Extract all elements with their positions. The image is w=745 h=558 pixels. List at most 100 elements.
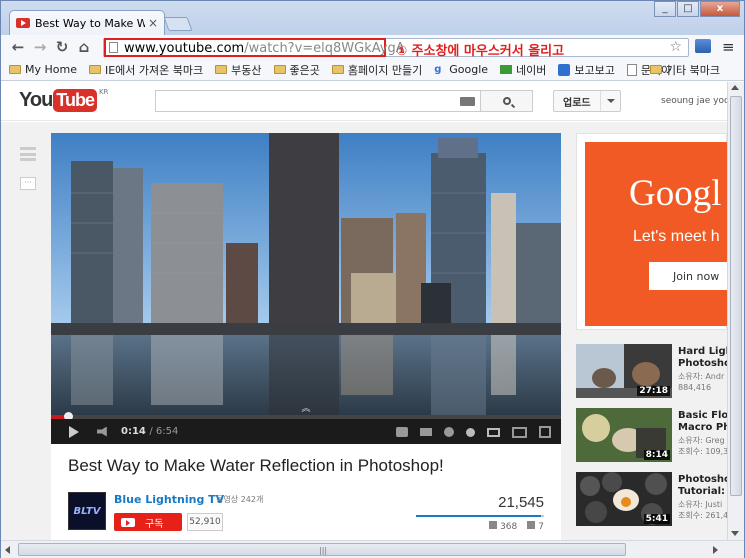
subscriber-count: 52,910: [187, 513, 223, 531]
likes-row: 368 7: [479, 521, 544, 532]
ad-banner[interactable]: Googl Let's meet h Join now: [585, 142, 727, 326]
like-ratio-fill: [416, 515, 542, 517]
volume-icon[interactable]: [97, 426, 107, 437]
channel-avatar[interactable]: BLTV: [68, 492, 106, 530]
user-name[interactable]: seoung jae yoon: [661, 96, 735, 106]
youtube-logo[interactable]: You Tube KR: [19, 88, 108, 112]
bookmark-good-places[interactable]: 좋은곳: [273, 62, 320, 78]
home-icon[interactable]: ⌂: [73, 38, 95, 56]
back-arrow-icon[interactable]: ←: [7, 38, 29, 56]
search-button[interactable]: [481, 90, 533, 112]
bookmark-label: 부동산: [231, 63, 262, 77]
watch-later-icon[interactable]: [466, 427, 475, 437]
scroll-left-arrow-icon[interactable]: [5, 546, 10, 554]
related-title[interactable]: PhotoshoTutorial: C: [678, 474, 727, 498]
bookmark-bogobogo[interactable]: 보고보고: [558, 62, 615, 78]
gear-icon[interactable]: [444, 427, 454, 437]
vertical-scroll-thumb[interactable]: [730, 96, 742, 496]
ad-box[interactable]: Googl Let's meet h Join now: [576, 133, 727, 330]
tab-title: Best Way to Make Water: [35, 16, 145, 30]
video-player[interactable]: ︽ 0:14 / 6:54: [51, 133, 561, 444]
close-window-button[interactable]: x: [700, 1, 740, 17]
chevron-down-icon[interactable]: [600, 91, 620, 111]
dislike-button[interactable]: 7: [527, 521, 544, 532]
scroll-right-arrow-icon[interactable]: [713, 546, 718, 554]
subscribe-button[interactable]: 구독: [114, 513, 182, 531]
small-player-icon[interactable]: [487, 427, 500, 437]
video-info: Best Way to Make Water Reflection in Pho…: [51, 444, 561, 540]
forward-arrow-icon[interactable]: →: [29, 38, 51, 56]
related-title-line: Photosho: [678, 358, 727, 369]
keyboard-icon[interactable]: [460, 97, 475, 106]
naver-icon: [500, 65, 513, 74]
view-count: 21,545: [498, 494, 544, 511]
browser-tab[interactable]: Best Way to Make Water ×: [9, 10, 165, 35]
new-tab-button[interactable]: [163, 17, 193, 31]
related-title[interactable]: Basic FlowMacro Pho: [678, 410, 727, 434]
scroll-down-arrow-icon[interactable]: [731, 531, 739, 536]
search-input[interactable]: [155, 90, 481, 112]
related-video-item[interactable]: 8:14 Basic FlowMacro Pho 소유자: Greg 조회수: 1…: [576, 408, 727, 470]
browser-menu-icon[interactable]: ≡: [722, 38, 735, 56]
page-content: ··· ︽ 0:14 / 6:54 Best Way to Make Water…: [1, 122, 727, 540]
address-bar[interactable]: www.youtube.com/watch?v=elq8WGkAygA ① 주소…: [103, 38, 689, 59]
bookmark-homepage[interactable]: 홈페이지 만들기: [331, 62, 422, 78]
reload-icon[interactable]: ↻: [51, 38, 73, 56]
video-duration: 5:41: [643, 514, 670, 524]
related-meta: 소유자: Justi 조회수: 261,4: [678, 499, 727, 521]
video-frame[interactable]: ︽: [51, 133, 561, 415]
close-tab-icon[interactable]: ×: [148, 16, 158, 30]
page-icon: [626, 63, 637, 76]
related-video-item[interactable]: 5:41 PhotoshoTutorial: C 소유자: Justi 조회수: …: [576, 472, 727, 534]
bookmark-ie-imported[interactable]: IE에서 가져온 북마크: [88, 62, 204, 78]
extension-icon[interactable]: [695, 39, 711, 53]
related-thumbnail[interactable]: 8:14: [576, 408, 672, 462]
folder-icon: [273, 65, 286, 74]
channel-name[interactable]: Blue Lightning TV: [114, 493, 224, 506]
bookmark-label: 네이버: [516, 63, 547, 77]
like-button[interactable]: 368: [489, 521, 517, 532]
minimize-button[interactable]: _: [654, 1, 676, 17]
bookmark-star-icon[interactable]: ☆: [669, 39, 682, 55]
related-meta: 소유자: Andr 884,416: [678, 371, 727, 393]
horizontal-scroll-thumb[interactable]: |||: [18, 543, 626, 556]
guide-menu-icon[interactable]: [20, 147, 36, 161]
scroll-up-arrow-icon[interactable]: [731, 85, 739, 90]
related-title-line: Basic Flow: [678, 410, 727, 421]
subtitles-icon[interactable]: [396, 427, 408, 437]
upload-button[interactable]: 업로드: [553, 90, 621, 112]
svg-text:︽: ︽: [301, 404, 310, 414]
related-video-item[interactable]: 27:18 Hard LightPhotosho 소유자: Andr 884,41…: [576, 344, 727, 406]
bookmarks-bar: My Home IE에서 가져온 북마크 부동산 좋은곳 홈페이지 만들기 gG…: [1, 59, 744, 81]
related-thumbnail[interactable]: 5:41: [576, 472, 672, 526]
browser-toolbar: ← → ↻ ⌂ www.youtube.com/watch?v=elq8WGkA…: [1, 35, 744, 59]
bookmark-my-home[interactable]: My Home: [9, 63, 77, 76]
play-icon[interactable]: [69, 425, 79, 438]
vertical-scrollbar[interactable]: [727, 82, 744, 540]
scroll-grip-icon: |||: [319, 546, 328, 555]
thumbs-down-icon: [527, 521, 536, 529]
bookmark-naver[interactable]: 네이버: [500, 62, 546, 78]
maximize-button[interactable]: □: [677, 1, 699, 17]
channel-video-count[interactable]: · 동영상 242개: [211, 494, 263, 505]
logo-you: You: [19, 89, 53, 111]
related-meta: 소유자: Greg 조회수: 109,3: [678, 435, 727, 457]
other-bookmarks[interactable]: 기타 북마크: [649, 62, 720, 78]
youtube-header: You Tube KR 업로드 seoung jae yoon: [1, 82, 744, 121]
city-skyline-image: ︽: [51, 133, 561, 415]
annotations-icon[interactable]: [420, 428, 432, 436]
fullscreen-icon[interactable]: [539, 426, 551, 438]
bookmark-real-estate[interactable]: 부동산: [215, 62, 262, 78]
bookmark-google[interactable]: g Google: [434, 63, 488, 76]
bookmark-label: 보고보고: [574, 63, 615, 77]
large-player-icon[interactable]: [512, 426, 527, 438]
ad-join-button[interactable]: Join now: [649, 262, 727, 290]
annotation-text: ① 주소창에 마우스커서 올리고: [396, 44, 565, 59]
related-title[interactable]: Hard LightPhotosho: [678, 346, 727, 370]
horizontal-scrollbar[interactable]: |||: [1, 540, 744, 558]
related-thumbnail[interactable]: 27:18: [576, 344, 672, 398]
more-icon[interactable]: ···: [20, 177, 36, 190]
bookmark-label: IE에서 가져온 북마크: [104, 63, 204, 77]
folder-icon: [331, 65, 344, 74]
related-owner: 소유자: Justi: [678, 500, 723, 509]
